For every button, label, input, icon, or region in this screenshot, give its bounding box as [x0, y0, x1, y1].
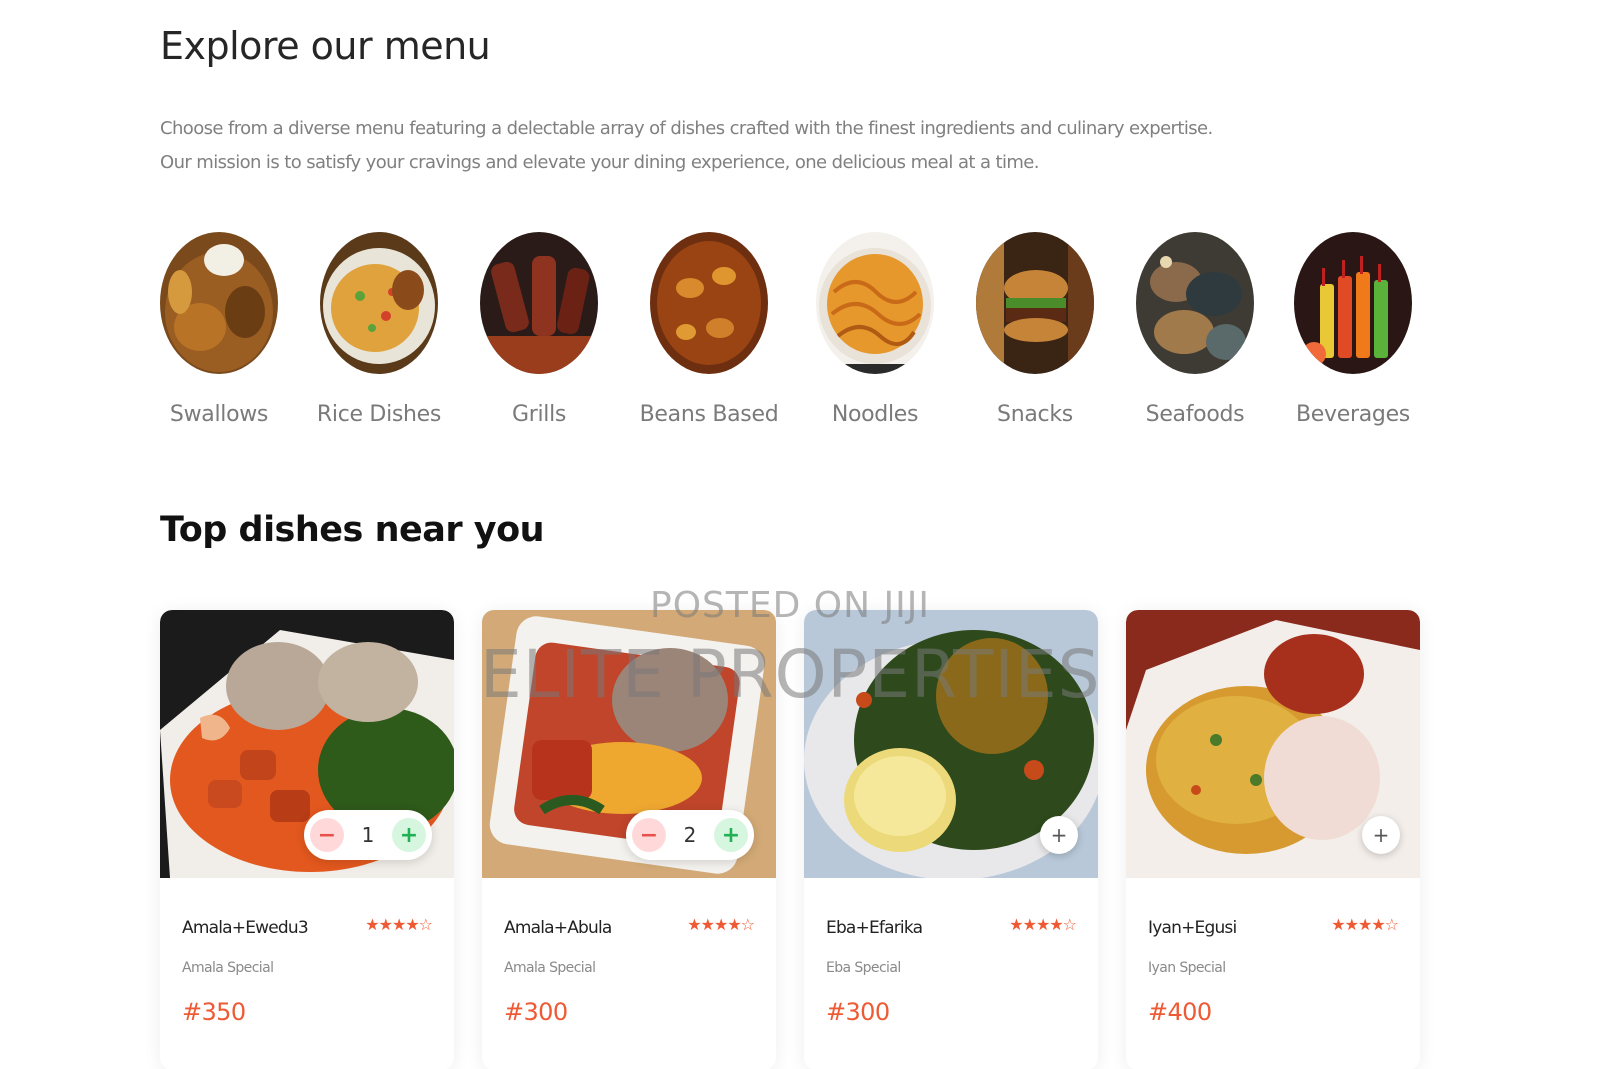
category-rice-dishes-image [320, 232, 438, 374]
dish-name: Amala+Ewedu3 [182, 918, 309, 938]
category-beans-based-image [650, 232, 768, 374]
dish-name: Eba+Efarika [826, 918, 923, 938]
category-snacks[interactable]: Snacks [960, 232, 1110, 427]
category-label: Noodles [831, 402, 919, 427]
dish-card[interactable]: + Eba+Efarika ★★★★☆ Eba Special #300 [804, 610, 1098, 1069]
category-beverages-image [1294, 232, 1412, 374]
quantity-stepper: − 2 + [626, 810, 754, 860]
quantity-stepper: − 1 + [304, 810, 432, 860]
increase-quantity-button[interactable]: + [391, 818, 426, 852]
dish-name: Iyan+Egusi [1148, 918, 1237, 938]
dish-price: #350 [182, 998, 246, 1026]
category-label: Snacks [997, 402, 1073, 427]
category-beans-based[interactable]: Beans Based [634, 232, 784, 427]
dish-info: Iyan+Egusi ★★★★☆ Iyan Special #400 [1126, 878, 1420, 1069]
category-label: Seafoods [1145, 402, 1245, 427]
quantity-value: 1 [361, 823, 375, 847]
add-to-cart-button[interactable]: + [1362, 816, 1400, 854]
dish-image: + [804, 610, 1098, 878]
dish-subtitle: Amala Special [182, 960, 274, 976]
dish-name: Amala+Abula [504, 918, 612, 938]
rating-stars-icon: ★★★★☆ [365, 915, 433, 934]
category-label: Beans Based [639, 402, 779, 427]
category-grills-image [480, 232, 598, 374]
rating-stars-icon: ★★★★☆ [1331, 915, 1399, 934]
dish-card[interactable]: − 2 + Amala+Abula ★★★★☆ Amala Special #3… [482, 610, 776, 1069]
explore-title: Explore our menu [160, 24, 491, 68]
dish-subtitle: Amala Special [504, 960, 596, 976]
category-list: Swallows Rice Dishes Grills Beans Based … [160, 232, 1450, 442]
dish-info: Amala+Ewedu3 ★★★★☆ Amala Special #350 [160, 878, 454, 1069]
rating-stars-icon: ★★★★☆ [687, 915, 755, 934]
category-swallows-image [160, 232, 278, 374]
category-rice-dishes[interactable]: Rice Dishes [304, 232, 454, 427]
dish-card[interactable]: − 1 + Amala+Ewedu3 ★★★★☆ Amala Special #… [160, 610, 454, 1069]
increase-quantity-button[interactable]: + [713, 818, 748, 852]
dish-subtitle: Eba Special [826, 960, 901, 976]
dish-price: #300 [826, 998, 890, 1026]
category-swallows[interactable]: Swallows [144, 232, 294, 427]
decrease-quantity-button[interactable]: − [310, 818, 344, 852]
dish-subtitle: Iyan Special [1148, 960, 1226, 976]
category-noodles-image [816, 232, 934, 374]
dish-price: #300 [504, 998, 568, 1026]
category-seafoods-image [1136, 232, 1254, 374]
category-noodles[interactable]: Noodles [800, 232, 950, 427]
top-dishes-title: Top dishes near you [160, 510, 545, 550]
dish-image: − 2 + [482, 610, 776, 878]
add-to-cart-button[interactable]: + [1040, 816, 1078, 854]
dish-card-list: − 1 + Amala+Ewedu3 ★★★★☆ Amala Special #… [160, 610, 1450, 1069]
dish-price: #400 [1148, 998, 1212, 1026]
decrease-quantity-button[interactable]: − [632, 818, 666, 852]
category-label: Grills [511, 402, 567, 427]
category-label: Beverages [1296, 402, 1410, 427]
dish-info: Amala+Abula ★★★★☆ Amala Special #300 [482, 878, 776, 1069]
dish-card[interactable]: + Iyan+Egusi ★★★★☆ Iyan Special #400 [1126, 610, 1420, 1069]
quantity-value: 2 [683, 823, 697, 847]
dish-image: − 1 + [160, 610, 454, 878]
explore-description: Choose from a diverse menu featuring a d… [160, 118, 1213, 173]
rating-stars-icon: ★★★★☆ [1009, 915, 1077, 934]
category-grills[interactable]: Grills [464, 232, 614, 427]
category-label: Rice Dishes [316, 402, 442, 427]
category-seafoods[interactable]: Seafoods [1120, 232, 1270, 427]
dish-image: + [1126, 610, 1420, 878]
category-snacks-image [976, 232, 1094, 374]
dish-info: Eba+Efarika ★★★★☆ Eba Special #300 [804, 878, 1098, 1069]
category-label: Swallows [169, 402, 269, 427]
category-beverages[interactable]: Beverages [1278, 232, 1428, 427]
